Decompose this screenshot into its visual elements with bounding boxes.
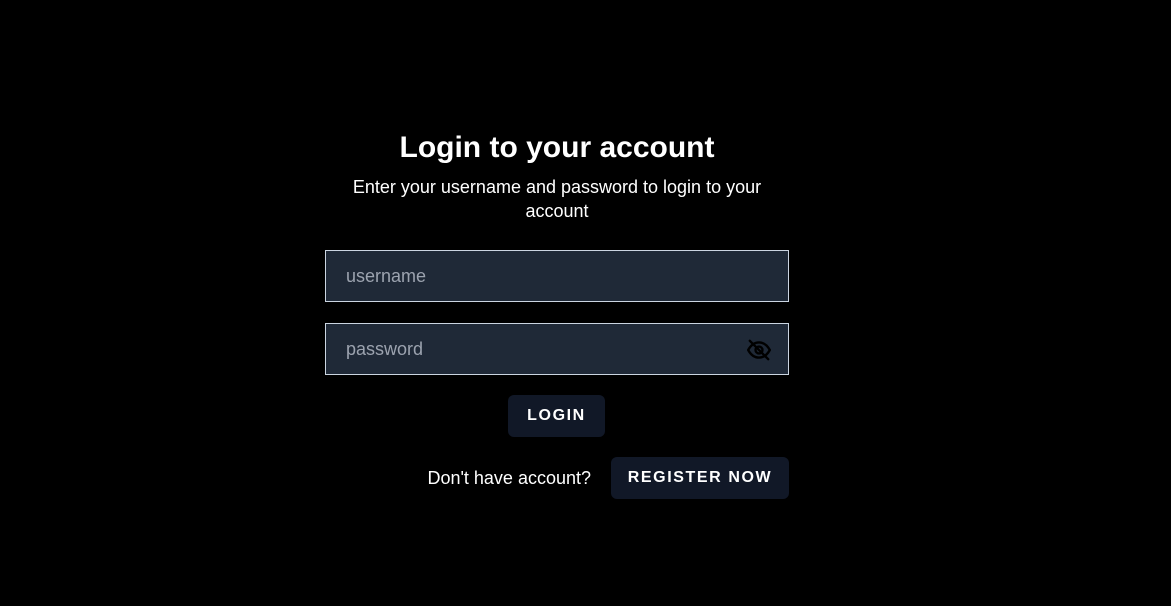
username-field-wrapper	[325, 250, 789, 302]
login-button-row: LOGIN	[325, 395, 789, 437]
register-button[interactable]: REGISTER NOW	[611, 457, 789, 499]
username-input[interactable]	[326, 251, 788, 301]
page-subtitle: Enter your username and password to logi…	[352, 177, 762, 221]
register-row: Don't have account? REGISTER NOW	[325, 457, 789, 499]
register-prompt: Don't have account?	[427, 467, 591, 488]
eye-slash-icon[interactable]	[744, 335, 774, 365]
login-page: Login to your account Enter your usernam…	[0, 0, 1171, 606]
password-input[interactable]	[326, 324, 788, 374]
password-field-wrapper	[325, 323, 789, 375]
page-title: Login to your account	[399, 131, 715, 164]
login-button[interactable]: LOGIN	[508, 395, 605, 437]
login-form: Login to your account Enter your usernam…	[325, 128, 789, 499]
